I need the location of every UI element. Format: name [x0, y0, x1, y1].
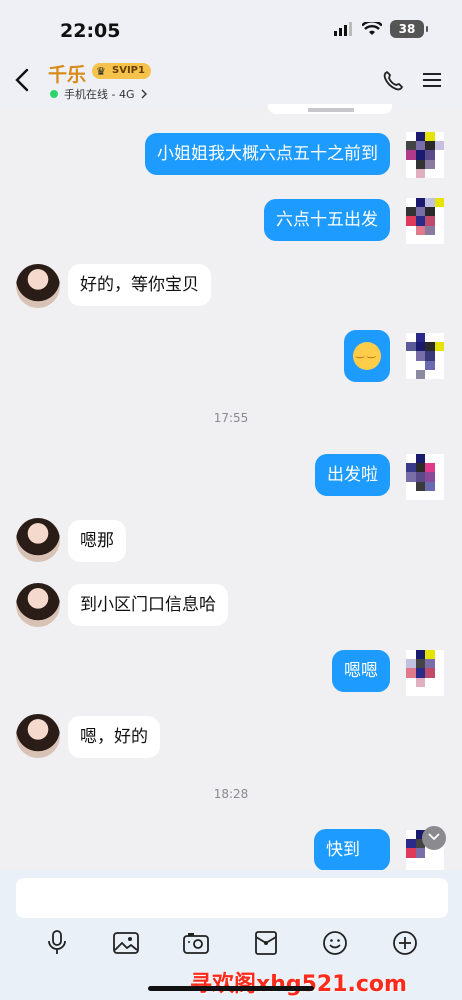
self-avatar[interactable] [406, 132, 444, 178]
contact-avatar[interactable] [16, 518, 60, 562]
message-bubble-sent[interactable]: 出发啦 [315, 454, 390, 496]
voice-button[interactable] [40, 928, 74, 958]
scroll-down-button[interactable] [422, 826, 446, 850]
status-bar: 22:05 38 [0, 0, 462, 52]
online-status[interactable]: 手机在线 - 4G [50, 86, 148, 102]
crown-icon: ♛ [96, 65, 106, 78]
contact-name[interactable]: 千乐 [48, 60, 86, 87]
back-button[interactable] [14, 68, 30, 95]
timestamp: 17:55 [213, 411, 249, 425]
message-bubble-received[interactable]: 嗯，好的 [68, 716, 160, 758]
svip-label: SVIP1 [112, 65, 145, 76]
message-input[interactable] [16, 878, 448, 918]
timestamp: 18:28 [213, 787, 249, 801]
smile-emoji-icon [353, 342, 381, 370]
chat-header: 千乐 ♛ SVIP1 手机在线 - 4G [0, 52, 462, 108]
input-toolbar [0, 928, 462, 958]
battery-icon: 38 [390, 20, 428, 38]
self-avatar[interactable] [406, 650, 444, 696]
more-button[interactable] [388, 928, 422, 958]
red-packet-button[interactable] [249, 928, 283, 958]
emoji-button[interactable] [318, 928, 352, 958]
self-avatar[interactable] [406, 454, 444, 500]
message-bubble-sent[interactable]: 小姐姐我大概六点五十之前到 [145, 133, 390, 175]
phone-icon[interactable] [382, 70, 404, 92]
home-indicator [148, 986, 314, 991]
wifi-icon [362, 22, 382, 35]
message-bubble-received[interactable]: 嗯那 [68, 520, 126, 562]
online-status-text: 手机在线 - 4G [64, 88, 135, 101]
chevron-right-icon [141, 89, 147, 99]
camera-button[interactable] [179, 928, 213, 958]
message-bubble-received[interactable]: 到小区门口信息哈 [68, 584, 228, 626]
message-bubble-received[interactable]: 好的，等你宝贝 [68, 264, 211, 306]
partial-message [268, 104, 392, 114]
chevron-down-icon [428, 833, 440, 841]
contact-avatar[interactable] [16, 264, 60, 308]
message-bubble-sent-emoji[interactable] [344, 330, 390, 382]
emoji-icon [323, 931, 348, 955]
red-packet-icon [254, 931, 277, 955]
watermark: 寻欢阁xhg521.com [190, 972, 407, 997]
message-bubble-sent[interactable]: 六点十五出发 [264, 199, 390, 241]
plus-icon [393, 931, 418, 955]
message-bubble-sent[interactable]: 快到 [314, 829, 390, 871]
status-icons: 38 [334, 20, 428, 38]
signal-icon [334, 22, 352, 36]
input-area: 寻欢阁xhg521.com [0, 870, 462, 1000]
message-bubble-sent[interactable]: 嗯嗯 [332, 650, 390, 692]
svip-badge: ♛ SVIP1 [92, 63, 151, 79]
online-dot-icon [50, 90, 58, 98]
chevron-left-icon [15, 68, 29, 92]
self-avatar[interactable] [406, 333, 444, 379]
chat-area[interactable]: 小姐姐我大概六点五十之前到 六点十五出发 好的，等你宝贝 17:55 出发啦 嗯… [0, 104, 462, 876]
image-icon [113, 932, 140, 954]
camera-icon [183, 933, 210, 954]
status-time: 22:05 [60, 20, 121, 42]
self-avatar[interactable] [406, 198, 444, 244]
contact-avatar[interactable] [16, 583, 60, 627]
contact-avatar[interactable] [16, 714, 60, 758]
menu-icon[interactable] [422, 70, 442, 90]
microphone-icon [47, 930, 66, 954]
photo-button[interactable] [109, 928, 143, 958]
